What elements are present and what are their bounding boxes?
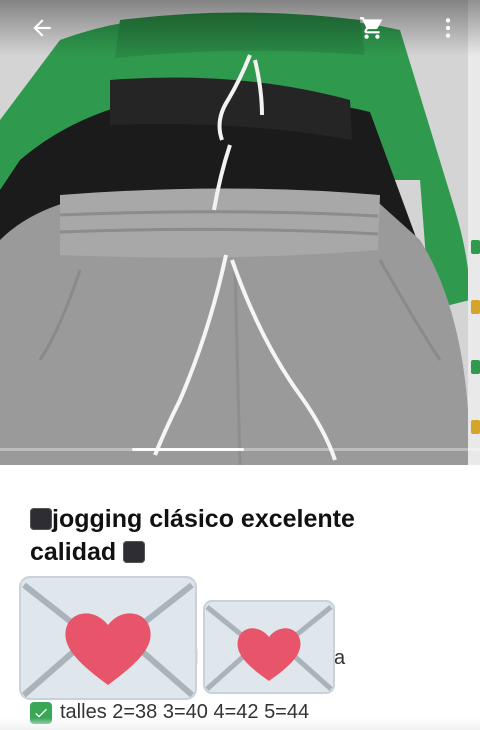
more-options-button[interactable] bbox=[430, 10, 466, 46]
product-title: jogging clásico excelente calidad bbox=[30, 505, 355, 566]
more-vert-icon bbox=[445, 18, 451, 38]
arrow-left-icon bbox=[33, 19, 51, 37]
bottom-fade bbox=[0, 718, 480, 730]
product-image[interactable] bbox=[0, 0, 480, 465]
top-toolbar bbox=[0, 0, 480, 56]
cart-button[interactable] bbox=[354, 10, 390, 46]
black-square-emoji bbox=[30, 508, 52, 530]
cart-icon bbox=[360, 17, 383, 39]
product-photo bbox=[0, 0, 480, 465]
carousel-indicator bbox=[132, 448, 244, 451]
next-image-peek bbox=[468, 0, 480, 465]
product-details: jogging clásico excelente calidad l a ta… bbox=[0, 465, 480, 730]
black-square-emoji bbox=[123, 541, 146, 563]
love-letter-emoji bbox=[203, 600, 335, 694]
love-letter-emoji bbox=[19, 576, 197, 700]
back-button[interactable] bbox=[24, 10, 60, 46]
